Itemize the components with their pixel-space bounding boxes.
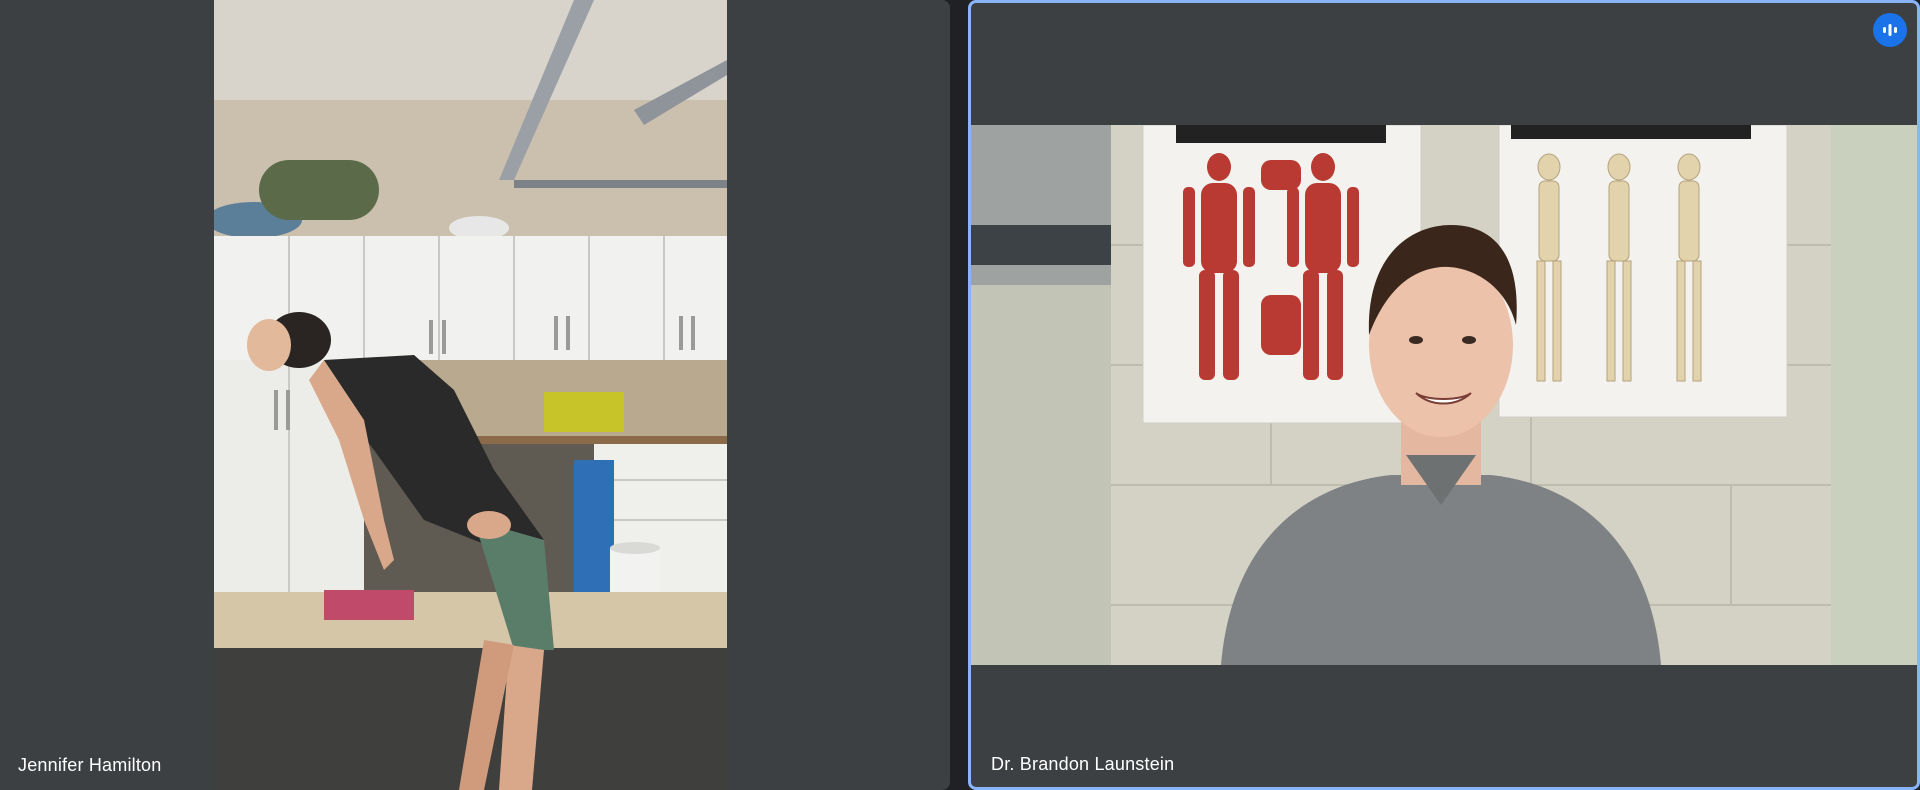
participant-name-label: Jennifer Hamilton bbox=[18, 755, 162, 775]
participant-name-label: Dr. Brandon Launstein bbox=[991, 754, 1175, 774]
participant-tile-jennifer[interactable]: Jennifer Hamilton bbox=[0, 0, 950, 790]
participant-video-brandon bbox=[971, 125, 1917, 665]
participant-video-jennifer bbox=[214, 0, 727, 790]
anatomy-poster-skeleton bbox=[1498, 125, 1788, 418]
garage-video-frame bbox=[214, 0, 727, 790]
participant-tile-brandon[interactable]: Dr. Brandon Launstein bbox=[968, 0, 1920, 790]
office-video-frame bbox=[971, 125, 1917, 665]
audio-level-icon bbox=[1873, 13, 1907, 47]
